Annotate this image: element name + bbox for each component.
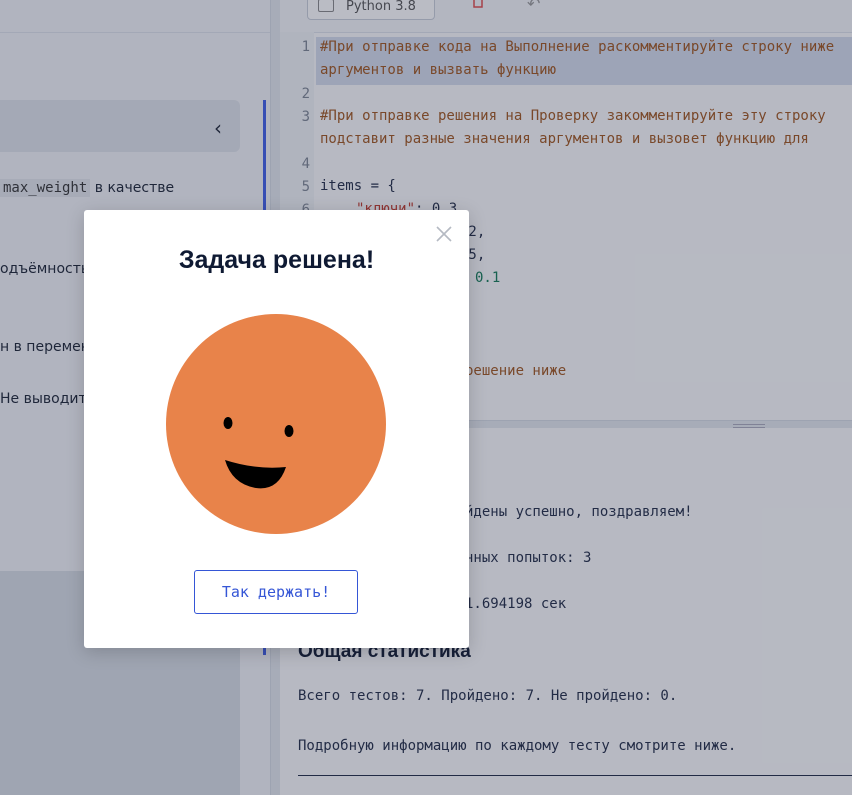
app-window: ‹ max_weight в качестве одъёмность н в п…: [0, 0, 852, 795]
modal-title: Задача решена!: [178, 246, 375, 274]
face: [166, 314, 386, 534]
close-icon[interactable]: [435, 225, 453, 243]
keep-going-button[interactable]: Так держать!: [194, 570, 358, 614]
success-modal: Задача решена! Так держать!: [84, 210, 469, 648]
left-eye: [223, 417, 233, 429]
right-eye: [284, 425, 294, 437]
smiley-face-illustration: [166, 314, 386, 534]
